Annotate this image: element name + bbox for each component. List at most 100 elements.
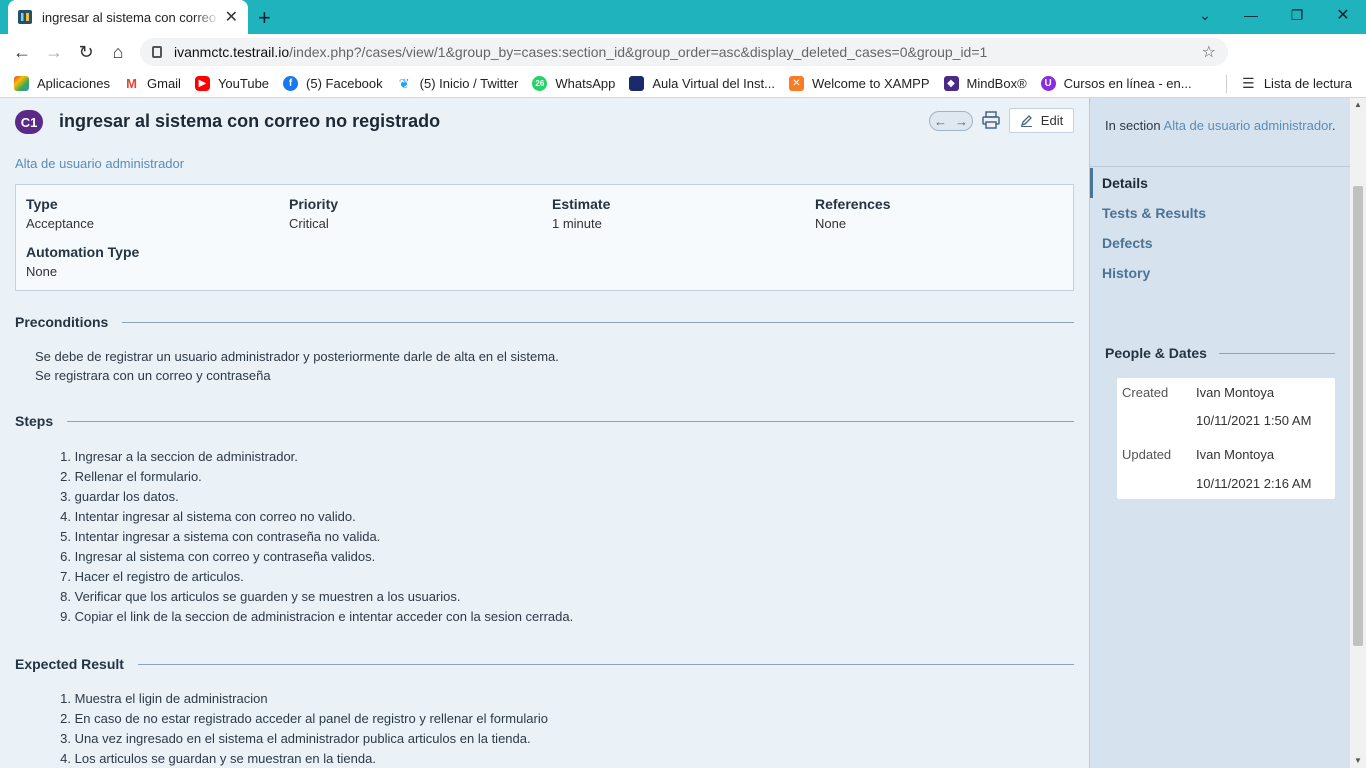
list-item: 2. En caso de no estar registrado accede… xyxy=(50,709,548,729)
xampp-icon: ✕ xyxy=(788,76,804,91)
facebook-icon: f xyxy=(283,76,299,91)
case-title: ingresar al sistema con correo no regist… xyxy=(59,111,441,131)
new-tab-icon[interactable]: + xyxy=(258,5,271,31)
forward-icon[interactable]: → xyxy=(38,36,70,68)
list-number: 2. xyxy=(60,469,71,484)
prop-references: References None xyxy=(815,196,891,231)
previous-case-arrow-icon[interactable]: ← xyxy=(934,114,947,129)
sidebar-item-details[interactable]: Details xyxy=(1090,168,1351,198)
list-number: 3. xyxy=(60,489,71,504)
preconditions-text: Se debe de registrar un usuario administ… xyxy=(35,347,559,385)
url-host: ivanmctc.testrail.io xyxy=(174,44,290,60)
section-rule xyxy=(1218,352,1335,354)
list-number: 1. xyxy=(60,691,71,706)
case-id-badge: C1 xyxy=(15,110,43,134)
sidebar-item-tests-results[interactable]: Tests & Results xyxy=(1090,198,1351,228)
list-number: 7. xyxy=(60,569,71,584)
expected-result-header: Expected Result xyxy=(15,656,1074,672)
reading-list[interactable]: ☰ Lista de lectura xyxy=(1225,74,1352,93)
cursos-icon: U xyxy=(1040,76,1056,91)
list-number: 3. xyxy=(60,731,71,746)
bookmark-cursos[interactable]: U Cursos en línea - en... xyxy=(1040,76,1192,91)
list-item: 4. Los articulos se guardan y se muestra… xyxy=(50,749,548,768)
back-icon[interactable]: ← xyxy=(6,36,38,68)
tab-search-chevron-icon[interactable]: ⌄ xyxy=(1182,0,1228,30)
apps-grid-icon xyxy=(14,76,29,91)
expected-text: Una vez ingresado en el sistema el admin… xyxy=(74,731,531,746)
sidebar-item-history[interactable]: History xyxy=(1090,258,1351,288)
scroll-up-icon[interactable]: ▲ xyxy=(1354,100,1362,109)
case-sidebar: In section Alta de usuario administrador… xyxy=(1089,98,1351,768)
list-number: 6. xyxy=(60,549,71,564)
browser-tab-active[interactable]: ingresar al sistema con correo no regist… xyxy=(8,0,248,34)
bookmark-whatsapp[interactable]: 26 WhatsApp xyxy=(532,76,615,91)
bookmark-label: MindBox® xyxy=(966,76,1027,91)
prop-value: None xyxy=(815,216,847,231)
twitter-icon: ❦ xyxy=(396,76,412,91)
edit-button[interactable]: Edit xyxy=(1009,108,1074,133)
scrollbar-thumb[interactable] xyxy=(1353,186,1363,646)
next-case-arrow-icon[interactable]: → xyxy=(955,114,968,129)
case-content: C1 ingresar al sistema con correo no reg… xyxy=(0,98,1089,768)
bookmark-xampp[interactable]: ✕ Welcome to XAMPP xyxy=(788,76,930,91)
scroll-down-icon[interactable]: ▼ xyxy=(1354,756,1362,765)
home-icon[interactable]: ⌂ xyxy=(102,36,134,68)
page-scrollbar[interactable]: ▲ ▼ xyxy=(1350,98,1366,768)
sidebar-item-defects[interactable]: Defects xyxy=(1090,228,1351,258)
print-icon[interactable] xyxy=(982,111,1000,129)
precondition-line: Se debe de registrar un usuario administ… xyxy=(35,349,559,364)
step-text: Ingresar al sistema con correo y contras… xyxy=(74,549,376,564)
prop-label: Automation Type xyxy=(26,244,140,260)
list-item: 1. Muestra el ligin de administracion xyxy=(50,689,548,709)
list-number: 4. xyxy=(60,509,71,524)
bookmark-mindbox[interactable]: ◆ MindBox® xyxy=(943,76,1027,91)
expected-text: En caso de no estar registrado acceder a… xyxy=(74,711,548,726)
list-number: 1. xyxy=(60,449,71,464)
bookmark-apps[interactable]: Aplicaciones xyxy=(14,76,110,91)
list-item: 2. Rellenar el formulario. xyxy=(50,467,573,487)
prop-estimate: Estimate 1 minute xyxy=(552,196,610,231)
prop-label: Estimate xyxy=(552,196,611,212)
bookmark-youtube[interactable]: ▶ YouTube xyxy=(194,76,269,91)
list-number: 9. xyxy=(60,609,71,624)
bookmark-label: Cursos en línea - en... xyxy=(1063,76,1192,91)
restore-icon[interactable]: ❐ xyxy=(1274,0,1320,30)
step-text: Ingresar a la seccion de administrador. xyxy=(74,449,298,464)
reload-icon[interactable]: ↻ xyxy=(70,36,102,68)
list-item: 3. Una vez ingresado en el sistema el ad… xyxy=(50,729,548,749)
case-properties-panel: Type Acceptance Priority Critical Estima… xyxy=(15,184,1074,291)
prop-value: 1 minute xyxy=(552,216,602,231)
bookmark-star-icon[interactable]: ☆ xyxy=(1202,42,1216,62)
minimize-icon[interactable]: — xyxy=(1228,0,1274,30)
section-breadcrumb-link[interactable]: Alta de usuario administrador xyxy=(15,156,184,171)
edit-label: Edit xyxy=(1040,113,1064,128)
bookmark-aula[interactable]: Aula Virtual del Inst... xyxy=(629,76,775,91)
window-close-icon[interactable]: ✕ xyxy=(1320,0,1366,30)
bookmark-facebook[interactable]: f (5) Facebook xyxy=(283,76,383,91)
expected-result-list: 1. Muestra el ligin de administracion 2.… xyxy=(50,689,548,768)
step-text: guardar los datos. xyxy=(74,489,179,504)
section-rule xyxy=(137,663,1074,665)
list-item: 6. Ingresar al sistema con correo y cont… xyxy=(50,547,573,567)
list-item: 1. Ingresar a la seccion de administrado… xyxy=(50,447,573,467)
updated-at: 10/11/2021 2:16 AM xyxy=(1196,476,1312,491)
testrail-favicon-icon xyxy=(18,10,32,24)
people-dates-header: People & Dates xyxy=(1105,345,1335,361)
steps-list: 1. Ingresar a la seccion de administrado… xyxy=(50,447,573,627)
list-number: 2. xyxy=(60,711,71,726)
bookmark-gmail[interactable]: M Gmail xyxy=(124,76,181,91)
sidebar-section-link[interactable]: Alta de usuario administrador xyxy=(1164,118,1332,133)
step-text: Intentar ingresar a sistema con contrase… xyxy=(74,529,381,544)
address-bar[interactable]: ivanmctc.testrail.io /index.php?/cases/v… xyxy=(140,38,1228,66)
updated-label: Updated xyxy=(1122,447,1172,462)
tab-close-icon[interactable]: ✕ xyxy=(225,7,238,27)
prop-label: References xyxy=(815,196,891,212)
list-item: 5. Intentar ingresar a sistema con contr… xyxy=(50,527,573,547)
created-label: Created xyxy=(1122,385,1169,400)
bookmark-label: (5) Inicio / Twitter xyxy=(419,76,519,91)
prop-label: Type xyxy=(26,196,58,212)
bookmark-twitter[interactable]: ❦ (5) Inicio / Twitter xyxy=(396,76,519,91)
created-at: 10/11/2021 1:50 AM xyxy=(1196,413,1312,428)
bookmark-label: Aplicaciones xyxy=(37,76,110,91)
whatsapp-icon: 26 xyxy=(532,76,548,91)
